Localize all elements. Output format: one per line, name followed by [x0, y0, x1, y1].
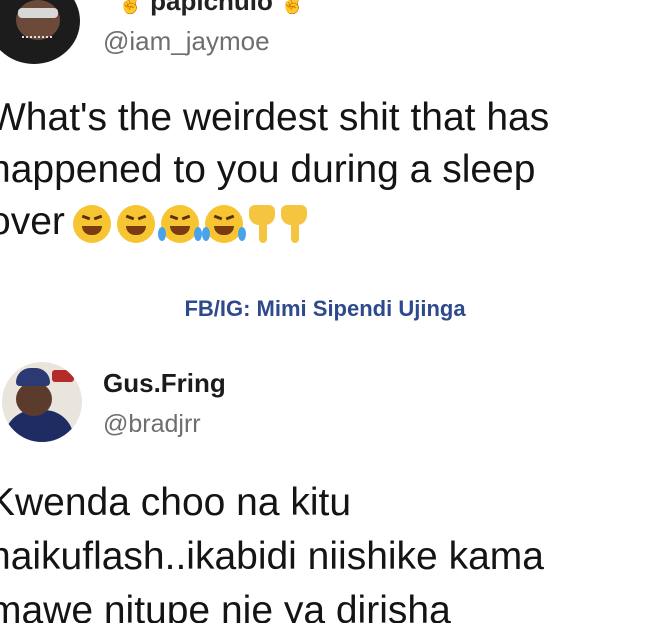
tears-of-joy-icon: [157, 204, 202, 243]
tweet-text-line: haikuflash..ikabidi niishike kama: [0, 535, 544, 578]
tired-face-icon: [116, 204, 155, 243]
tweet-text-line: over: [0, 196, 649, 248]
tweet-text-line: mawe nitupe nje ya dirisha: [0, 589, 451, 623]
tired-face-icon: [72, 204, 111, 243]
tweet-text: Kwenda choo na kitu haikuflash..ikabidi …: [0, 476, 650, 623]
emoji-row: [72, 204, 307, 243]
tweet-text-line: Kwenda choo na kitu: [0, 481, 352, 524]
sparkle-icon: ✌: [118, 0, 143, 15]
tweet-text-line: happened to you during a sleep: [0, 148, 536, 191]
tears-of-joy-icon: [201, 204, 246, 243]
display-name[interactable]: Gus.Fring: [103, 368, 226, 399]
tweet-text: What's the weirdest shit that has happen…: [0, 92, 649, 248]
handle[interactable]: @iam_jaymoe: [103, 26, 270, 57]
avatar-face: [16, 382, 52, 416]
pointing-down-icon: [248, 204, 275, 243]
chain-icon: [22, 36, 52, 44]
tweet-text-line: What's the weirdest shit that has: [0, 96, 550, 139]
sparkle-icon: ✌: [280, 0, 306, 15]
badge-icon: [52, 370, 74, 382]
avatar-bradjrr[interactable]: [2, 362, 82, 442]
avatar-face: [16, 0, 60, 40]
display-name[interactable]: ✌ papichulo ✌: [118, 0, 305, 17]
cap-icon: [16, 368, 50, 386]
sunglasses-icon: [18, 8, 58, 18]
handle[interactable]: @bradjrr: [103, 410, 201, 439]
watermark-text: FB/IG: Mimi Sipendi Ujinga: [184, 296, 466, 321]
avatar-jaymoe[interactable]: [0, 0, 80, 64]
pointing-down-icon: [280, 204, 307, 243]
